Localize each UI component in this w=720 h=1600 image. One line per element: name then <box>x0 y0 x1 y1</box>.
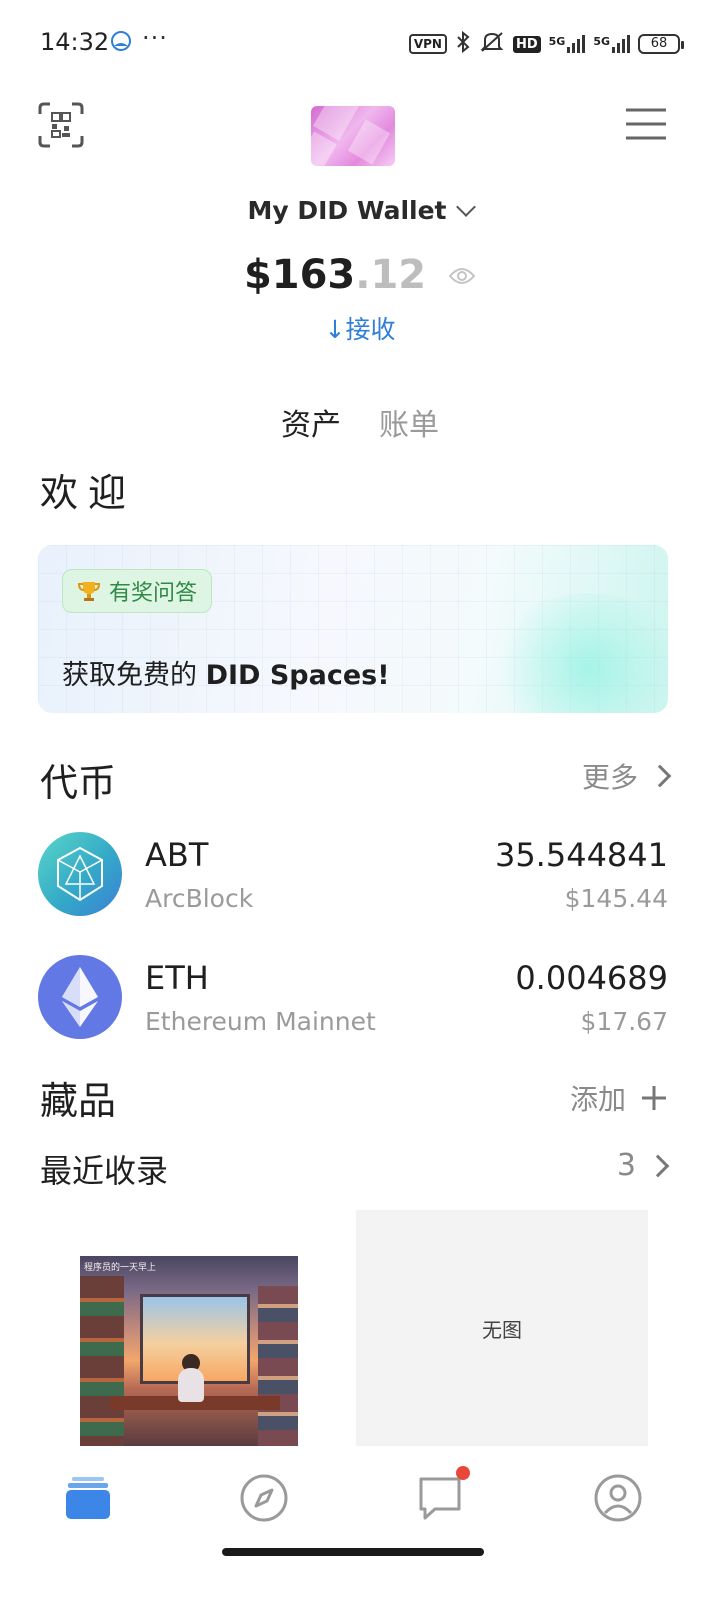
quiz-badge-label: 有奖问答 <box>109 581 198 606</box>
compass-icon <box>240 1474 288 1522</box>
ethereum-icon <box>38 955 122 1039</box>
nft-card-image[interactable]: 程序员的一天早上 <box>80 1256 298 1446</box>
nft-caption: 程序员的一天早上 <box>84 1263 157 1273</box>
token-network: Ethereum Mainnet <box>145 1007 376 1036</box>
nft-card-placeholder[interactable]: 无图 <box>356 1210 648 1446</box>
recent-collected-title: 最近收录 <box>40 1152 169 1190</box>
mute-icon <box>479 30 505 58</box>
arcblock-icon <box>38 832 122 916</box>
welcome-title: 欢迎 <box>40 471 137 515</box>
menu-button[interactable] <box>624 106 668 142</box>
promo-text: 获取免费的 DID Spaces! <box>62 653 390 692</box>
hd-icon: HD <box>512 35 541 53</box>
balance-cents: .12 <box>355 252 427 298</box>
scan-icon <box>38 102 84 148</box>
token-symbol: ABT <box>145 836 209 874</box>
token-usd-value: $17.67 <box>580 1007 668 1036</box>
tab-bills[interactable]: 账单 <box>379 400 439 444</box>
receive-button[interactable]: ↓接收 <box>0 310 720 346</box>
asset-tabs: 资产 账单 <box>0 400 720 444</box>
nft-art-shelf <box>80 1276 124 1446</box>
chevron-right-icon <box>646 1154 670 1177</box>
balance: $163.12 <box>0 252 720 300</box>
signal-1-label: 5G <box>548 35 566 48</box>
battery-icon: 68 <box>638 34 684 54</box>
tokens-section-title: 代币 <box>40 761 117 805</box>
signal-2-icon: 5G <box>593 35 630 53</box>
status-time: 14:32 <box>40 28 110 56</box>
recent-collected-more[interactable]: 3 <box>616 1148 670 1183</box>
recent-count: 3 <box>616 1148 636 1183</box>
user-icon <box>594 1474 642 1522</box>
nav-wallet[interactable] <box>58 1468 118 1528</box>
signal-2-label: 5G <box>593 35 610 48</box>
hamburger-icon <box>626 108 666 140</box>
chevron-right-icon <box>648 764 672 788</box>
token-network: ArcBlock <box>145 884 254 913</box>
tokens-more-button[interactable]: 更多 <box>581 756 672 796</box>
nft-art-person <box>178 1368 204 1402</box>
trophy-icon <box>77 582 101 601</box>
token-amount: 35.544841 <box>494 836 668 874</box>
status-bar: 14:32 ··· VPN HD 5G 5G 68 <box>0 0 720 88</box>
chevron-down-icon <box>455 197 476 217</box>
token-row-eth[interactable]: ETH Ethereum Mainnet 0.004689 $17.67 <box>38 953 668 1043</box>
token-row-abt[interactable]: ABT ArcBlock 35.544841 $145.44 <box>38 830 668 920</box>
wallet-selector[interactable]: My DID Wallet <box>0 196 720 225</box>
nav-messages[interactable] <box>412 1466 472 1528</box>
tokens-more-label: 更多 <box>581 761 638 794</box>
promo-card[interactable]: 有奖问答 获取免费的 DID Spaces! <box>38 545 668 713</box>
tab-assets[interactable]: 资产 <box>281 400 341 444</box>
bottom-nav <box>0 1446 720 1600</box>
token-symbol: ETH <box>145 959 209 997</box>
eye-icon[interactable] <box>448 250 476 296</box>
more-notifications-icon: ··· <box>142 24 168 52</box>
add-collectible-label: 添加 <box>569 1083 626 1116</box>
wallet-name: My DID Wallet <box>247 196 447 225</box>
token-usd-value: $145.44 <box>564 884 668 913</box>
nav-profile[interactable] <box>588 1468 648 1528</box>
wallet-icon <box>66 1477 110 1519</box>
signal-1-icon: 5G <box>549 35 586 53</box>
add-collectible-button[interactable]: 添加 <box>570 1078 668 1118</box>
collectibles-section-title: 藏品 <box>40 1079 117 1123</box>
wallet-avatar[interactable] <box>311 106 395 166</box>
bluetooth-icon <box>455 30 471 58</box>
home-indicator[interactable] <box>222 1548 484 1556</box>
nft-art-shelf <box>258 1286 298 1446</box>
balance-main: $163 <box>243 252 356 298</box>
status-icons: VPN HD 5G 5G 68 <box>408 30 684 58</box>
promo-text-bold: DID Spaces! <box>205 660 390 691</box>
quiz-badge: 有奖问答 <box>62 569 213 613</box>
app-notification-icon <box>110 30 132 56</box>
nav-discover[interactable] <box>234 1468 294 1528</box>
scan-qr-button[interactable] <box>38 102 84 148</box>
token-amount: 0.004689 <box>515 959 668 997</box>
promo-text-prefix: 获取免费的 <box>62 660 206 691</box>
plus-icon <box>642 1086 666 1110</box>
notification-badge <box>456 1466 470 1480</box>
chat-icon <box>419 1477 461 1520</box>
vpn-icon: VPN <box>408 34 447 54</box>
no-image-label: 无图 <box>482 1317 522 1342</box>
